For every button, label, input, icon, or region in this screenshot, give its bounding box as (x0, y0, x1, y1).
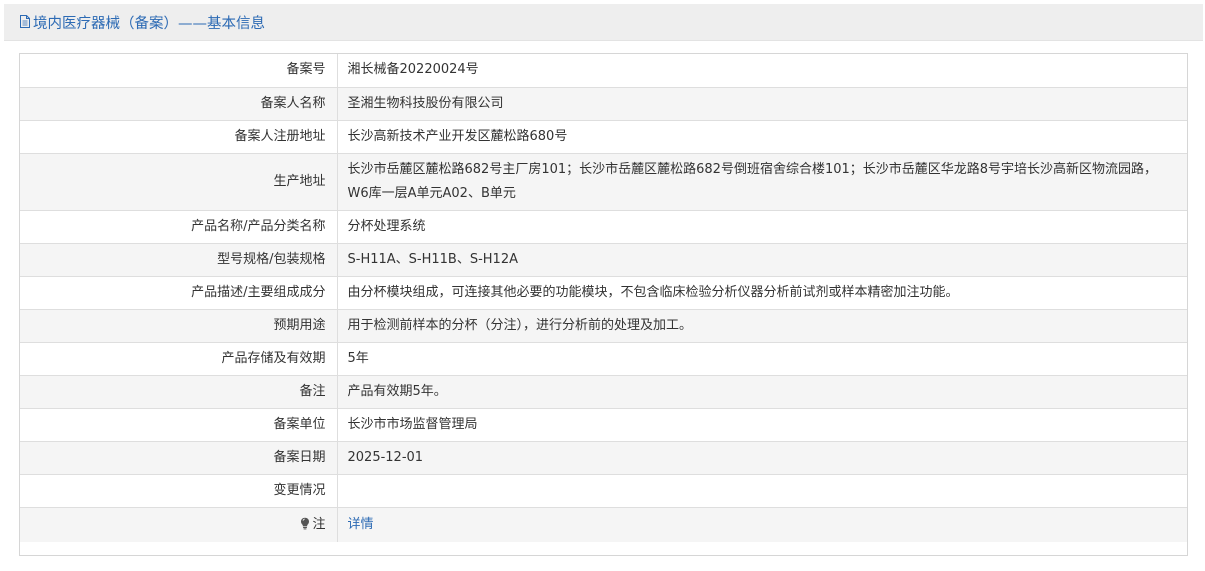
row-label: 备案单位 (20, 408, 338, 442)
row-label: 产品存储及有效期 (20, 342, 338, 376)
row-value: 分杯处理系统 (337, 210, 1187, 244)
table-row: 生产地址 长沙市岳麓区麓松路682号主厂房101；长沙市岳麓区麓松路682号倒班… (20, 153, 1187, 211)
row-value: 长沙市岳麓区麓松路682号主厂房101；长沙市岳麓区麓松路682号倒班宿舍综合楼… (337, 153, 1187, 211)
page-header: 境内医疗器械（备案）——基本信息 (4, 4, 1203, 41)
row-label: 产品描述/主要组成成分 (20, 276, 338, 310)
row-label: 备案日期 (20, 441, 338, 475)
table-row: 产品描述/主要组成成分 由分杯模块组成，可连接其他必要的功能模块，不包含临床检验… (20, 276, 1187, 310)
lightbulb-icon (301, 517, 310, 530)
row-label: 预期用途 (20, 309, 338, 343)
table-row: 产品名称/产品分类名称 分杯处理系统 (20, 210, 1187, 244)
row-label: 产品名称/产品分类名称 (20, 210, 338, 244)
row-value (337, 474, 1187, 508)
note-row: 注 详情 (20, 507, 1187, 542)
table-row: 备案单位 长沙市市场监督管理局 (20, 408, 1187, 442)
page-title: 境内医疗器械（备案）——基本信息 (33, 15, 265, 32)
table-row: 备注 产品有效期5年。 (20, 375, 1187, 409)
row-value: 2025-12-01 (337, 441, 1187, 475)
row-value: 长沙市市场监督管理局 (337, 408, 1187, 442)
table-row: 备案人注册地址 长沙高新技术产业开发区麓松路680号 (20, 120, 1187, 154)
table-row: 变更情况 (20, 474, 1187, 508)
row-label: 型号规格/包装规格 (20, 243, 338, 277)
table-row: 备案人名称 圣湘生物科技股份有限公司 (20, 87, 1187, 121)
table-row: 型号规格/包装规格 S-H11A、S-H11B、S-H12A (20, 243, 1187, 277)
row-value: 产品有效期5年。 (337, 375, 1187, 409)
note-label: 注 (312, 516, 326, 532)
row-label: 备注 (20, 375, 338, 409)
info-table: 备案号 湘长械备20220024号 备案人名称 圣湘生物科技股份有限公司 备案人… (19, 53, 1188, 556)
row-value: S-H11A、S-H11B、S-H12A (337, 243, 1187, 277)
row-label: 备案人名称 (20, 87, 338, 121)
row-label: 备案号 (20, 54, 338, 88)
row-value: 湘长械备20220024号 (337, 54, 1187, 88)
table-row: 产品存储及有效期 5年 (20, 342, 1187, 376)
table-row: 备案号 湘长械备20220024号 (20, 54, 1187, 88)
row-value: 长沙高新技术产业开发区麓松路680号 (337, 120, 1187, 154)
note-label-cell: 注 (20, 507, 338, 542)
document-icon (20, 15, 30, 28)
row-label: 变更情况 (20, 474, 338, 508)
row-value: 圣湘生物科技股份有限公司 (337, 87, 1187, 121)
row-label: 备案人注册地址 (20, 120, 338, 154)
row-label: 生产地址 (20, 153, 338, 211)
note-value-cell: 详情 (337, 507, 1187, 542)
row-value: 由分杯模块组成，可连接其他必要的功能模块，不包含临床检验分析仪器分析前试剂或样本… (337, 276, 1187, 310)
table-row: 预期用途 用于检测前样本的分杯（分注），进行分析前的处理及加工。 (20, 309, 1187, 343)
table-row: 备案日期 2025-12-01 (20, 441, 1187, 475)
row-value: 5年 (337, 342, 1187, 376)
row-value: 用于检测前样本的分杯（分注），进行分析前的处理及加工。 (337, 309, 1187, 343)
details-link[interactable]: 详情 (348, 517, 374, 532)
